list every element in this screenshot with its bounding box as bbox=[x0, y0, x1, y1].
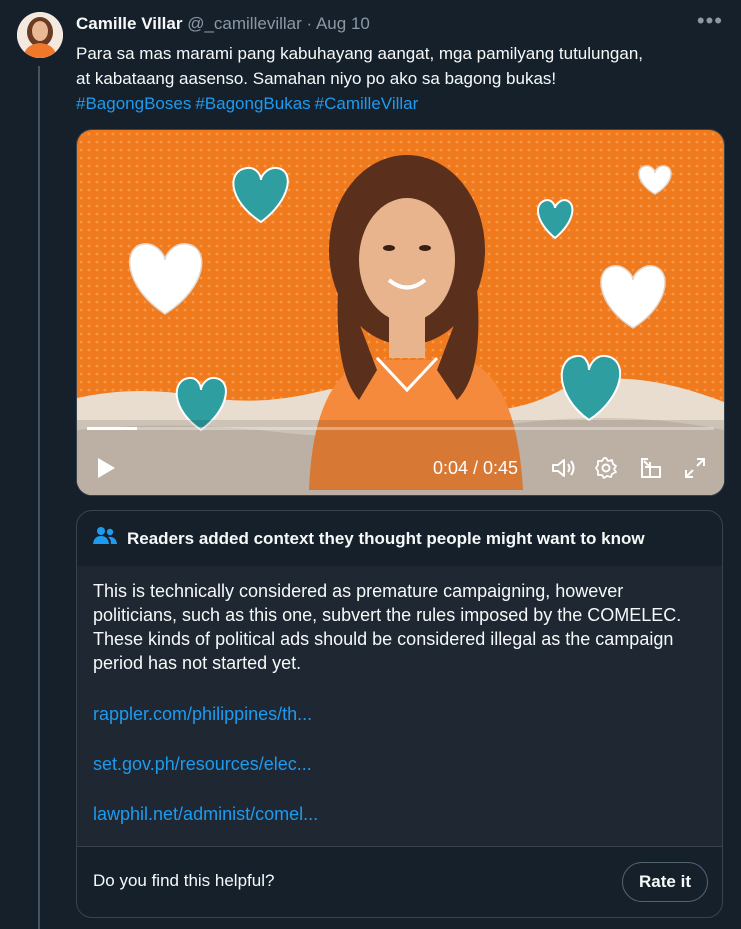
video-time: 0:04 / 0:45 bbox=[433, 458, 519, 478]
separator: · bbox=[306, 14, 313, 33]
video-progress-fill bbox=[87, 427, 138, 430]
video-player[interactable]: 0:04 / 0:45 bbox=[76, 129, 725, 496]
play-icon[interactable] bbox=[95, 456, 117, 485]
community-note-body: This is technically considered as premat… bbox=[77, 566, 722, 846]
handle[interactable]: @_camillevillar bbox=[187, 14, 302, 33]
hashtag-link[interactable]: #BagongBukas bbox=[195, 94, 310, 113]
tweet-date[interactable]: Aug 10 bbox=[316, 14, 370, 33]
video-progress-bar[interactable] bbox=[87, 427, 714, 430]
rate-it-button[interactable]: Rate it bbox=[622, 862, 708, 902]
tweet-text-line: at kabataang aasenso. Samahan niyo po ak… bbox=[76, 69, 557, 88]
hashtags: #BagongBoses #BagongBukas #CamilleVillar bbox=[76, 91, 726, 116]
source-link[interactable]: set.gov.ph/resources/elec... bbox=[93, 752, 706, 776]
display-name[interactable]: Camille Villar bbox=[76, 14, 182, 33]
hashtag-link[interactable]: #CamilleVillar bbox=[315, 94, 419, 113]
hashtag-link[interactable]: #BagongBoses bbox=[76, 94, 191, 113]
tweet-text-line: Para sa mas marami pang kabuhayang aanga… bbox=[76, 44, 644, 63]
more-horizontal-icon[interactable]: ••• bbox=[697, 8, 723, 34]
people-icon bbox=[93, 526, 117, 551]
helpful-prompt: Do you find this helpful? bbox=[93, 871, 275, 890]
avatar[interactable] bbox=[17, 12, 63, 58]
pop-out-icon[interactable] bbox=[639, 456, 663, 485]
community-note-footer: Do you find this helpful? Rate it bbox=[77, 846, 722, 917]
tweet-text: Para sa mas marami pang kabuhayang aanga… bbox=[76, 41, 726, 116]
fullscreen-icon[interactable] bbox=[683, 456, 707, 485]
community-note: Readers added context they thought peopl… bbox=[76, 510, 723, 918]
community-note-header: Readers added context they thought peopl… bbox=[77, 511, 722, 566]
community-note-title: Readers added context they thought peopl… bbox=[127, 528, 645, 548]
thread-line bbox=[38, 66, 40, 929]
volume-icon[interactable] bbox=[550, 456, 576, 485]
source-link[interactable]: rappler.com/philippines/th... bbox=[93, 702, 706, 726]
source-link[interactable]: lawphil.net/administ/comel... bbox=[93, 802, 706, 826]
tweet-header: Camille Villar @_camillevillar · Aug 10 bbox=[76, 12, 721, 36]
community-note-text: This is technically considered as premat… bbox=[93, 581, 682, 673]
video-frame bbox=[77, 130, 724, 495]
settings-icon[interactable] bbox=[594, 456, 618, 485]
